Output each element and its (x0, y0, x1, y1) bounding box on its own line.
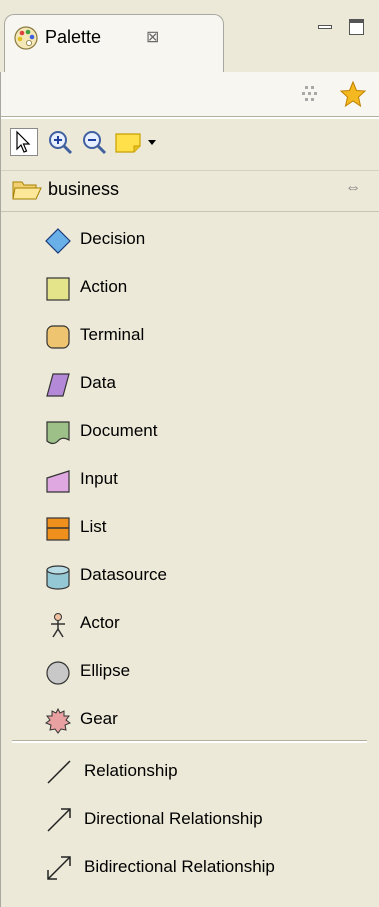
parallelogram-icon (46, 373, 70, 397)
list-shape-icon (46, 517, 70, 541)
diamond-icon (45, 228, 71, 254)
zoom-in-icon[interactable] (46, 128, 74, 156)
entry-label: Decision (80, 229, 146, 248)
close-icon[interactable]: ⊠ (146, 27, 159, 47)
palette-entry-relationship[interactable]: Relationship (0, 747, 379, 795)
palette-entry-document[interactable]: Document (0, 409, 379, 455)
palette-entry-bidirectional-relationship[interactable]: Bidirectional Relationship (0, 843, 379, 891)
arrow-line-icon (47, 808, 71, 832)
entry-label: Datasource (80, 565, 167, 584)
palette-entry-terminal[interactable]: Terminal (0, 313, 379, 359)
entry-label: Actor (80, 613, 120, 632)
line-icon (47, 760, 71, 784)
palette-toolbar (0, 72, 379, 116)
entry-label: Gear (80, 709, 118, 728)
entry-label: Terminal (80, 325, 145, 344)
document-shape-icon (46, 421, 70, 445)
open-folder-icon (12, 181, 42, 200)
arrow-cursor-icon (16, 130, 31, 153)
entry-label: Action (80, 277, 128, 296)
double-arrow-line-icon (47, 856, 71, 880)
entry-label: Document (80, 421, 158, 440)
entry-label: Relationship (84, 761, 178, 780)
palette-icon (14, 26, 38, 50)
entry-label: Bidirectional Relationship (84, 857, 275, 876)
entry-label: Data (80, 373, 116, 392)
entry-label: List (80, 517, 107, 536)
palette-entry-datasource[interactable]: Datasource (0, 553, 379, 599)
drawer-label: business (48, 179, 120, 199)
gear-icon (44, 707, 72, 734)
palette-entry-directional-relationship[interactable]: Directional Relationship (0, 795, 379, 843)
star-icon[interactable] (339, 80, 367, 108)
customize-icon[interactable] (297, 80, 325, 108)
tab-title: Palette (45, 27, 102, 47)
note-icon[interactable] (114, 128, 158, 156)
palette-entry-list[interactable]: List (0, 505, 379, 551)
palette-entry-decision[interactable]: Decision (0, 217, 379, 263)
circle-icon (46, 661, 70, 685)
square-icon (46, 277, 70, 301)
business-drawer[interactable]: business ⇔ (0, 170, 379, 212)
select-tool[interactable] (10, 128, 38, 156)
palette-entry-gear[interactable]: Gear (0, 697, 379, 743)
minimize-icon[interactable] (315, 18, 335, 36)
palette-entry-actor[interactable]: Actor (0, 601, 379, 647)
rounded-square-icon (46, 325, 70, 349)
palette-tab[interactable]: Palette ⊠ (4, 14, 224, 73)
entry-label: Input (80, 469, 118, 488)
view-tab-strip: Palette ⊠ (0, 0, 379, 73)
entry-label: Ellipse (80, 661, 131, 680)
palette-entry-ellipse[interactable]: Ellipse (0, 649, 379, 695)
input-shape-icon (46, 470, 70, 493)
separator (12, 740, 367, 743)
maximize-icon[interactable] (347, 18, 367, 36)
drawer-collapse-icon[interactable]: ⇔ (345, 179, 361, 197)
tools-row (0, 118, 379, 166)
entry-label: Directional Relationship (84, 809, 263, 828)
panel-border (0, 72, 1, 907)
palette-entry-input[interactable]: Input (0, 457, 379, 503)
palette-entry-action[interactable]: Action (0, 265, 379, 311)
stick-figure-icon (51, 613, 65, 638)
palette-entry-data[interactable]: Data (0, 361, 379, 407)
zoom-out-icon[interactable] (80, 128, 108, 156)
cylinder-icon (46, 565, 70, 590)
